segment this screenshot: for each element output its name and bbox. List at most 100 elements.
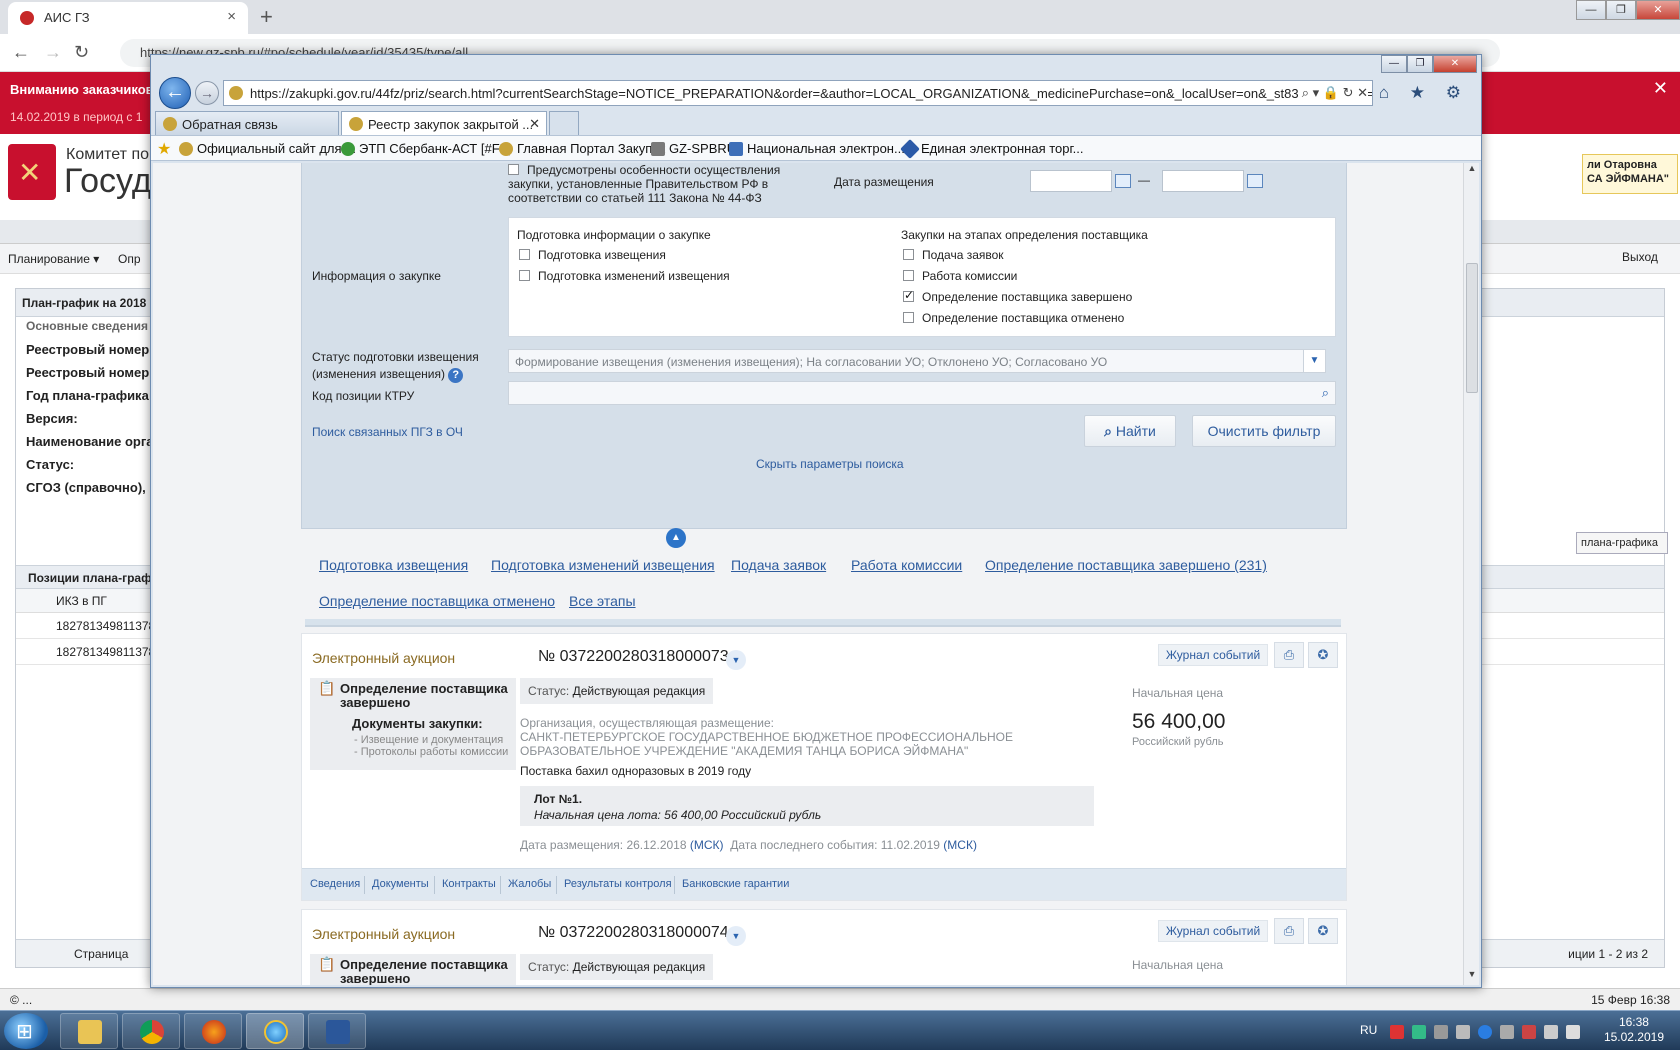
clock[interactable]: 16:38 15.02.2019: [1604, 1015, 1664, 1045]
help-icon[interactable]: ?: [448, 368, 464, 383]
purchase-number[interactable]: № 0372200280318000073: [538, 648, 729, 666]
antivirus-icon[interactable]: [1390, 1025, 1404, 1039]
forward-arrow-icon[interactable]: →: [195, 81, 219, 105]
link-complaints[interactable]: Жалобы: [508, 878, 551, 890]
back-arrow-icon[interactable]: ←: [159, 77, 191, 109]
stage-tab[interactable]: Подготовка извещения: [319, 557, 468, 573]
language-indicator[interactable]: RU: [1360, 1023, 1377, 1037]
link-details[interactable]: Сведения: [310, 878, 360, 890]
ie-minimize-button[interactable]: —: [1381, 55, 1407, 73]
favorite-link[interactable]: ЭТП Сбербанк-АСТ [#F5]: [341, 141, 510, 156]
tray-app-icon[interactable]: [1434, 1025, 1448, 1039]
checkbox[interactable]: [903, 249, 914, 260]
print-icon[interactable]: ⎙: [1274, 918, 1304, 944]
scroll-up-icon[interactable]: ▲: [1464, 163, 1480, 179]
stage-tab[interactable]: Подача заявок: [731, 557, 826, 573]
org-name[interactable]: САНКТ-ПЕТЕРБУРГСКОЕ ГОСУДАРСТВЕННОЕ БЮДЖ…: [520, 730, 1080, 758]
ie-toolbar-icons[interactable]: ⌂ ★ ⚙: [1379, 83, 1469, 103]
stage-option[interactable]: Подача заявок: [903, 248, 1004, 262]
tray-app-icon[interactable]: [1478, 1025, 1492, 1039]
update-icon[interactable]: [1412, 1025, 1426, 1039]
bg-new-tab-button[interactable]: +: [260, 4, 273, 30]
volume-icon[interactable]: [1566, 1025, 1580, 1039]
chevron-down-icon[interactable]: ▼: [726, 650, 746, 670]
certificate-icon[interactable]: ✪: [1308, 642, 1338, 668]
bg-op-menu[interactable]: Опр: [118, 252, 141, 266]
checkbox[interactable]: [903, 312, 914, 323]
start-button[interactable]: [4, 1013, 48, 1049]
stage-option[interactable]: Определение поставщика отменено: [903, 311, 1124, 325]
bg-exit-link[interactable]: Выход: [1622, 250, 1658, 264]
explorer-taskbar-button[interactable]: [60, 1013, 118, 1049]
prep-option[interactable]: Подготовка извещения: [519, 248, 666, 262]
bg-tab-ais[interactable]: АИС ГЗ ×: [8, 2, 248, 34]
date-to-input[interactable]: [1162, 170, 1244, 192]
event-journal-button[interactable]: Журнал событий: [1158, 920, 1268, 942]
bg-tab-close-icon[interactable]: ×: [227, 8, 236, 25]
word-taskbar-button[interactable]: [308, 1013, 366, 1049]
chevron-down-icon[interactable]: ▼: [1303, 350, 1325, 372]
checkbox[interactable]: [903, 270, 914, 281]
bg-close-button[interactable]: ✕: [1636, 0, 1680, 20]
purchase-number[interactable]: № 0372200280318000074: [538, 924, 729, 942]
ie-new-tab-button[interactable]: [549, 111, 579, 135]
certificate-icon[interactable]: ✪: [1308, 918, 1338, 944]
print-icon[interactable]: ⎙: [1274, 642, 1304, 668]
bg-alert-close-icon[interactable]: ✕: [1653, 78, 1668, 99]
favorite-link[interactable]: Единая электронная торг...: [900, 139, 1084, 159]
bg-planning-menu[interactable]: Планирование ▾: [8, 252, 99, 266]
bg-reload-icon[interactable]: ↻: [74, 42, 89, 63]
hide-params-link[interactable]: Скрыть параметры поиска: [756, 457, 904, 471]
favorite-link[interactable]: Национальная электрон...: [729, 141, 905, 156]
stage-option[interactable]: Работа комиссии: [903, 269, 1017, 283]
doc-link[interactable]: - Извещение и документация: [354, 734, 503, 746]
firefox-taskbar-button[interactable]: [184, 1013, 242, 1049]
event-journal-button[interactable]: Журнал событий: [1158, 644, 1268, 666]
special-features-option[interactable]: Предусмотрены особенности осуществления …: [508, 163, 828, 205]
calendar-icon[interactable]: [1115, 174, 1131, 188]
scroll-down-icon[interactable]: ▼: [1464, 969, 1480, 985]
date-from-input[interactable]: [1030, 170, 1112, 192]
prep-option[interactable]: Подготовка изменений извещения: [519, 269, 730, 283]
tab-close-icon[interactable]: ✕: [529, 116, 540, 132]
bg-plan-button[interactable]: плана-графика: [1576, 532, 1668, 554]
network-icon[interactable]: [1544, 1025, 1558, 1039]
stage-tab[interactable]: Определение поставщика отменено: [319, 593, 555, 609]
purchase-subject[interactable]: Поставка бахил одноразовых в 2019 году: [520, 764, 751, 778]
link-contracts[interactable]: Контракты: [442, 878, 496, 890]
notice-status-select[interactable]: Формирование извещения (изменения извеще…: [508, 349, 1326, 373]
ie-address-bar[interactable]: https://zakupki.gov.ru/44fz/priz/search.…: [223, 80, 1373, 106]
checkbox[interactable]: [519, 270, 530, 281]
scroll-thumb[interactable]: [1466, 263, 1478, 393]
bg-forward-icon[interactable]: →: [44, 42, 62, 63]
stage-option[interactable]: Определение поставщика завершено: [903, 288, 1132, 304]
link-control-results[interactable]: Результаты контроля: [564, 878, 672, 890]
favorite-link[interactable]: GZ-SPBRU: [651, 141, 736, 156]
stage-tab[interactable]: Подготовка изменений извещения: [491, 557, 715, 573]
stage-tab[interactable]: Работа комиссии: [851, 557, 962, 573]
tray-app-icon[interactable]: [1500, 1025, 1514, 1039]
chrome-taskbar-button[interactable]: [122, 1013, 180, 1049]
ktru-input[interactable]: ⌕: [508, 381, 1336, 405]
related-search-link[interactable]: Поиск связанных ПГЗ в ОЧ: [312, 425, 463, 439]
link-bank-guarantees[interactable]: Банковские гарантии: [682, 878, 789, 890]
address-tools-icons[interactable]: ⌕ ▾ 🔒 ↻ ✕: [1297, 85, 1368, 101]
link-documents[interactable]: Документы: [372, 878, 429, 890]
calendar-icon[interactable]: [1247, 174, 1263, 188]
stage-tab[interactable]: Все этапы: [569, 593, 636, 609]
bg-col-ikz[interactable]: ИКЗ в ПГ: [56, 594, 107, 608]
chevron-down-icon[interactable]: ▼: [726, 926, 746, 946]
tray-app-icon[interactable]: [1456, 1025, 1470, 1039]
find-button[interactable]: ⌕ Найти: [1084, 415, 1176, 447]
doc-link[interactable]: - Протоколы работы комиссии: [354, 746, 508, 758]
bg-back-icon[interactable]: ←: [12, 42, 30, 63]
checkbox[interactable]: [519, 249, 530, 260]
collapse-up-icon[interactable]: ▲: [666, 528, 686, 548]
ie-taskbar-button[interactable]: [246, 1013, 304, 1049]
checkbox-checked[interactable]: [903, 288, 914, 302]
flag-icon[interactable]: [1522, 1025, 1536, 1039]
tab-closed-purchases-registry[interactable]: Реестр закупок закрытой ... ✕: [341, 111, 547, 135]
stage-tab[interactable]: Определение поставщика завершено (231): [985, 557, 1267, 573]
favorite-link[interactable]: Главная Портал Закупок: [499, 141, 665, 156]
clear-filter-button[interactable]: Очистить фильтр: [1192, 415, 1336, 447]
